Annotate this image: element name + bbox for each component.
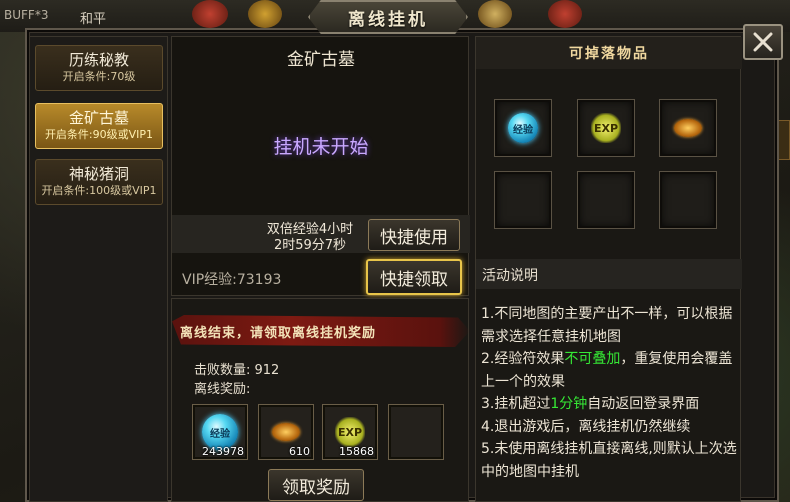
map-item-shenmi-zhudong[interactable]: 神秘猪洞 开启条件:100级或VIP1: [35, 159, 163, 205]
claim-reward-button[interactable]: 领取奖励: [268, 469, 364, 501]
reward-count: 15868: [339, 445, 374, 458]
gold-ingot-icon: [674, 119, 702, 137]
offline-reward-area: 离线结束，请领取离线挂机奖励 击败数量: 912 离线奖励: 经验 243978…: [171, 298, 470, 502]
map-condition: 开启条件:100级或VIP1: [41, 184, 157, 197]
close-button[interactable]: [743, 24, 783, 60]
drops-title: 可掉落物品: [569, 46, 649, 62]
drops-info-panel: 可掉落物品 经验 EXP 活动说明 1.不同地图的主要产出不一样，可以根据需求选…: [475, 36, 742, 502]
quick-use-button[interactable]: 快捷使用: [368, 219, 460, 251]
reward-label: 离线奖励:: [194, 382, 251, 397]
pk-mode-label[interactable]: 和平: [80, 8, 106, 27]
map-name: 历练秘教: [68, 51, 129, 69]
map-detail-panel: 金矿古墓 挂机未开始 双倍经验4小时 2时59分7秒 快捷使用 VIP经验:73…: [171, 36, 470, 502]
map-status-area: 金矿古墓 挂机未开始 双倍经验4小时 2时59分7秒 快捷使用 VIP经验:73…: [171, 36, 470, 296]
vip-exp-value: VIP经验:73193: [182, 272, 282, 288]
map-item-jinkuang-gumu[interactable]: 金矿古墓 开启条件:90级或VIP1: [35, 103, 163, 149]
exp-orb-icon: 经验: [508, 113, 538, 143]
reward-slot[interactable]: 610: [258, 404, 314, 460]
map-name: 神秘猪洞: [68, 165, 129, 183]
buff-indicator[interactable]: BUFF*3: [4, 8, 48, 22]
rule-item: 3.挂机超过1分钟自动返回登录界面: [481, 396, 700, 412]
scene-orb-icon: [548, 0, 582, 28]
drop-slot-empty: [494, 171, 552, 229]
drops-header: 可掉落物品: [476, 37, 742, 69]
scene-orb-icon: [248, 0, 282, 28]
map-condition: 开启条件:90级或VIP1: [44, 128, 154, 141]
map-name: 金矿古墓: [68, 109, 129, 127]
quick-claim-button[interactable]: 快捷领取: [366, 259, 462, 295]
scene-orb-icon: [478, 0, 512, 28]
map-item-lilian-mijiao[interactable]: 历练秘教 开启条件:70级: [35, 45, 163, 91]
double-exp-timer: 2时59分7秒: [273, 238, 347, 253]
map-list: 历练秘教 开启条件:70级 金矿古墓 开启条件:90级或VIP1 神秘猪洞 开启…: [29, 36, 168, 502]
activity-info-header: 活动说明: [476, 259, 742, 289]
drop-slot-empty: [577, 171, 635, 229]
reward-slot[interactable]: EXP 15868: [322, 404, 378, 460]
exp-scroll-icon: EXP: [335, 417, 365, 447]
rule-highlight: 不可叠加: [564, 351, 621, 367]
reward-slot-empty: [388, 404, 444, 460]
rule-highlight: 1分钟: [550, 396, 588, 412]
rule-item: 5.未使用离线挂机直接离线,则默认上次选中的地图中挂机: [481, 441, 737, 480]
close-icon: [753, 32, 773, 52]
rule-item: 4.退出游戏后，离线挂机仍然继续: [481, 418, 691, 435]
reward-slot[interactable]: 经验 243978: [192, 404, 248, 460]
drop-slot[interactable]: [659, 99, 717, 157]
drop-slot[interactable]: EXP: [577, 99, 635, 157]
afk-status-text: 挂机未开始: [273, 136, 369, 158]
kill-count: 击败数量: 912: [194, 363, 280, 378]
window-title: 离线挂机: [348, 9, 428, 30]
rule-item: 2.经验符效果不可叠加，重复使用会覆盖上一个的效果: [481, 351, 733, 390]
selected-map-title: 金矿古墓: [287, 50, 355, 70]
rule-item: 1.不同地图的主要产出不一样，可以根据需求选择任意挂机地图: [481, 306, 733, 345]
map-condition: 开启条件:70级: [62, 70, 136, 83]
gold-ingot-icon: [272, 423, 300, 441]
reward-count: 610: [289, 445, 310, 458]
drop-slot-empty: [659, 171, 717, 229]
exp-scroll-icon: EXP: [591, 113, 621, 143]
window-title-plate: 离线挂机: [308, 0, 468, 34]
reward-count: 243978: [202, 445, 244, 458]
offline-end-banner: 离线结束，请领取离线挂机奖励: [172, 315, 470, 347]
activity-rules: 1.不同地图的主要产出不一样，可以根据需求选择任意挂机地图 2.经验符效果不可叠…: [481, 303, 737, 483]
offline-end-text: 离线结束，请领取离线挂机奖励: [180, 325, 377, 341]
scene-orb-icon: [192, 0, 228, 28]
drop-slot[interactable]: 经验: [494, 99, 552, 157]
